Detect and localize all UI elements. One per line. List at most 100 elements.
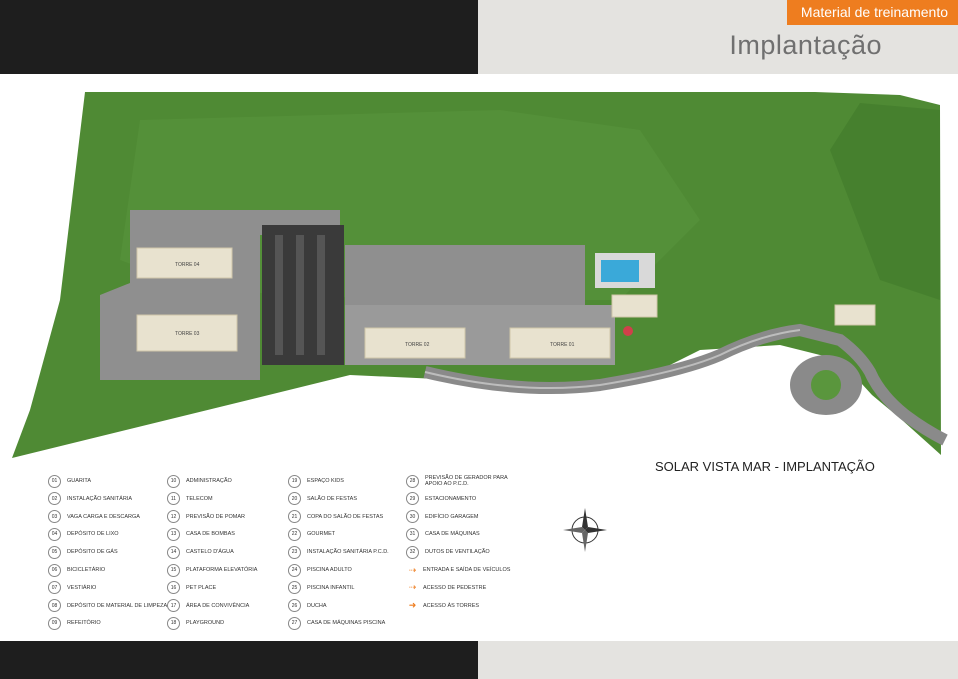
legend-label: GUARITA — [67, 478, 92, 484]
pedestrian-arrow-icon: ⇢ — [408, 582, 417, 593]
legend-label: COPA DO SALÃO DE FESTAS — [307, 513, 384, 520]
legend-item: 04 DEPÓSITO DE LIXO — [48, 525, 168, 543]
legend-number: 18 — [167, 616, 180, 630]
legend-item: 23 INSTALAÇÃO SANITÁRIA P.C.D. — [288, 543, 408, 561]
legend-label: PISCINA ADULTO — [307, 567, 352, 573]
legend-label: ACESSO ÀS TORRES — [423, 602, 480, 609]
site-plan-map: TORRE 04 TORRE 03 TORRE 02 TORRE 01 — [12, 92, 948, 458]
legend-number: 25 — [288, 581, 301, 595]
legend-number: 21 — [288, 510, 301, 524]
pool-water — [601, 260, 639, 282]
legend-item: ⇢ ACESSO DE PEDESTRE — [406, 579, 526, 597]
gatehouse-building — [834, 304, 876, 326]
tower-01-label: TORRE 01 — [550, 342, 575, 348]
legend-label: PET PLACE — [186, 584, 217, 591]
legend-item: 14 CASTELO D'ÁGUA — [167, 543, 287, 561]
playground-marker — [623, 326, 633, 336]
legend-label: ACESSO DE PEDESTRE — [423, 584, 487, 591]
legend-number: 13 — [167, 527, 180, 541]
legend-number: 28 — [406, 474, 419, 488]
legend-number: 23 — [288, 545, 301, 559]
garage-stripe-1 — [275, 235, 283, 355]
training-badge: Material de treinamento — [786, 0, 958, 25]
legend-number: 19 — [288, 474, 301, 488]
legend-label: DEPÓSITO DE MATERIAL DE LIMPEZA — [67, 602, 168, 609]
footer-light-band — [478, 641, 958, 679]
legend-label: SALÃO DE FESTAS — [307, 495, 358, 502]
header-light-band: Material de treinamento Implantação — [478, 0, 958, 74]
legend-item: ➜ ACESSO ÀS TORRES — [406, 597, 526, 615]
legend-number: 02 — [48, 492, 61, 506]
legend-label: EDIFÍCIO GARAGEM — [425, 513, 479, 520]
central-parking-lot — [345, 245, 585, 305]
legend-item: 09 REFEITÓRIO — [48, 614, 168, 632]
legend-label: PREVISÃO DE POMAR — [186, 513, 245, 520]
legend-item: 32 DUTOS DE VENTILAÇÃO — [406, 543, 526, 561]
legend-item: 29 ESTACIONAMENTO — [406, 490, 526, 508]
legend-label: DEPÓSITO DE GÁS — [67, 549, 118, 556]
legend-label: ADMINISTRAÇÃO — [186, 478, 232, 484]
legend-item: 03 VAGA CARGA E DESCARGA — [48, 508, 168, 526]
legend-label: ÁREA DE CONVIVÊNCIA — [186, 602, 250, 609]
legend-label: DUCHA — [307, 602, 327, 609]
legend-label: CASTELO D'ÁGUA — [186, 549, 234, 556]
legend-label: DEPÓSITO DE LIXO — [67, 531, 119, 538]
legend-item: 07 VESTIÁRIO — [48, 579, 168, 597]
legend-label: TELECOM — [186, 495, 213, 502]
legend-item: 15 PLATAFORMA ELEVATÓRIA — [167, 561, 287, 579]
legend-label: BICICLETÁRIO — [67, 567, 106, 573]
legend-number: 26 — [288, 599, 301, 613]
legend-item: 27 CASA DE MÁQUINAS PISCINA — [288, 614, 408, 632]
vehicle-arrow-icon: ⇢ — [408, 564, 417, 575]
legend-number: 10 — [167, 474, 180, 488]
map-title: SOLAR VISTA MAR - IMPLANTAÇÃO — [655, 459, 875, 474]
legend-number: 06 — [48, 563, 61, 577]
legend-item: 16 PET PLACE — [167, 579, 287, 597]
tower-03-label: TORRE 03 — [175, 331, 200, 337]
legend-item: 06 BICICLETÁRIO — [48, 561, 168, 579]
legend-label: CASA DE BOMBAS — [186, 531, 235, 538]
legend-label: VESTIÁRIO — [67, 584, 97, 591]
legend-item: 17 ÁREA DE CONVIVÊNCIA — [167, 597, 287, 615]
legend-number: 07 — [48, 581, 61, 595]
legend-number: 31 — [406, 527, 419, 541]
legend-item: 08 DEPÓSITO DE MATERIAL DE LIMPEZA — [48, 597, 173, 615]
legend-item: 12 PREVISÃO DE POMAR — [167, 508, 287, 526]
garage-stripe-2 — [296, 235, 304, 355]
legend-label: VAGA CARGA E DESCARGA — [67, 513, 140, 520]
tower-access-arrow-icon: ➜ — [408, 600, 417, 611]
legend-number: 17 — [167, 599, 180, 613]
leisure-building — [611, 294, 658, 318]
tower-02-label: TORRE 02 — [405, 342, 430, 348]
legend-number: 27 — [288, 616, 301, 630]
legend-number: 04 — [48, 527, 61, 541]
legend-item: 10 ADMINISTRAÇÃO — [167, 472, 287, 490]
legend-label: PREVISÃO DE GERADOR PARA APOIO AO P.C.D. — [425, 475, 508, 487]
legend-number: 09 — [48, 616, 61, 630]
tower-04-label: TORRE 04 — [175, 262, 200, 268]
legend-label: ESPAÇO KIDS — [307, 478, 344, 484]
legend-number: 22 — [288, 527, 301, 541]
legend-number: 29 — [406, 492, 419, 506]
legend-item: 22 GOURMET — [288, 525, 408, 543]
garage-stripe-3 — [317, 235, 325, 355]
legend-label: DUTOS DE VENTILAÇÃO — [425, 549, 490, 556]
legend-number: 14 — [167, 545, 180, 559]
legend-item: ⇢ ENTRADA E SAÍDA DE VEÍCULOS — [406, 561, 526, 579]
legend-item: 13 CASA DE BOMBAS — [167, 525, 287, 543]
legend-number: 03 — [48, 510, 61, 524]
legend-item: 19 ESPAÇO KIDS — [288, 472, 408, 490]
legend-label: PLAYGROUND — [186, 620, 225, 627]
legend-label: INSTALAÇÃO SANITÁRIA — [67, 495, 132, 502]
compass-rose-icon — [563, 508, 607, 552]
legend-label: CASA DE MÁQUINAS PISCINA — [307, 620, 386, 627]
legend-label: INSTALAÇÃO SANITÁRIA P.C.D. — [307, 549, 389, 556]
legend-item: 02 INSTALAÇÃO SANITÁRIA — [48, 490, 168, 508]
footer-dark-band — [0, 641, 478, 679]
legend-item: 26 DUCHA — [288, 597, 408, 615]
legend-item: 30 EDIFÍCIO GARAGEM — [406, 508, 526, 526]
legend-item: 20 SALÃO DE FESTAS — [288, 490, 408, 508]
legend-number: 05 — [48, 545, 61, 559]
legend-number: 32 — [406, 545, 419, 559]
legend-item: 18 PLAYGROUND — [167, 614, 287, 632]
